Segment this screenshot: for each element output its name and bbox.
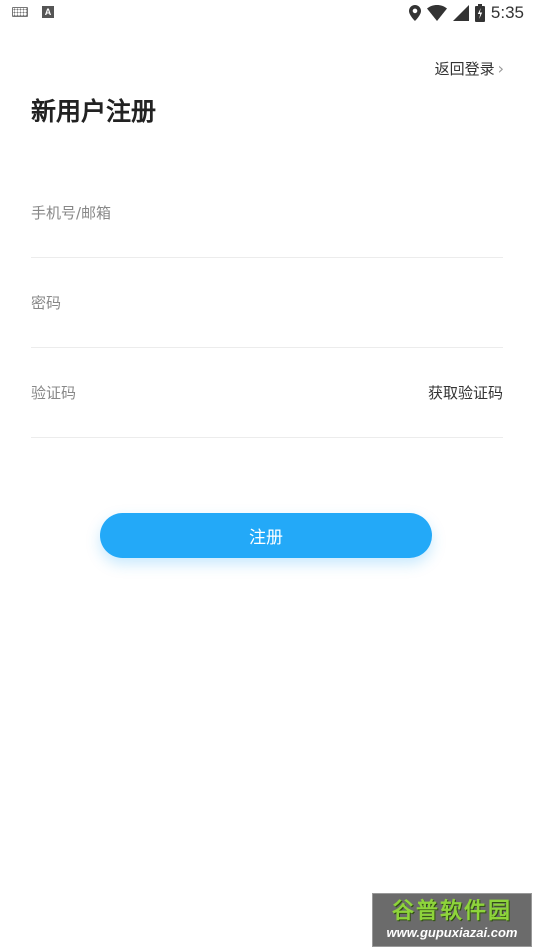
battery-icon xyxy=(474,4,485,22)
password-placeholder: 密码 xyxy=(31,294,62,312)
watermark-title: 谷普软件园 xyxy=(391,899,512,924)
phone-email-placeholder: 手机号/邮箱 xyxy=(31,204,112,222)
watermark-logo: 谷普软件园 www.gupuxiazai.com xyxy=(372,893,532,947)
clock-time: 5:35 xyxy=(490,3,524,22)
get-code-button[interactable]: 获取验证码 xyxy=(428,348,503,437)
page-title: 新用户注册 xyxy=(31,97,157,126)
watermark-url: www.gupuxiazai.com xyxy=(386,925,518,940)
chevron-right-icon: › xyxy=(497,59,504,78)
location-icon xyxy=(408,5,421,21)
signal-icon xyxy=(452,5,469,21)
password-field[interactable]: 密码 xyxy=(31,258,503,348)
verification-code-placeholder: 验证码 xyxy=(31,384,77,402)
back-to-login-label: 返回登录 xyxy=(434,60,495,78)
wifi-icon xyxy=(426,5,447,21)
keyboard-icon xyxy=(12,7,28,17)
back-to-login-link[interactable]: 返回登录 › xyxy=(435,58,504,79)
phone-email-field[interactable]: 手机号/邮箱 xyxy=(31,168,503,258)
a-icon: A xyxy=(42,6,54,18)
status-bar: A 5:35 xyxy=(0,0,534,28)
register-button[interactable]: 注册 xyxy=(100,513,432,558)
verification-code-field[interactable]: 验证码 获取验证码 xyxy=(31,348,503,438)
